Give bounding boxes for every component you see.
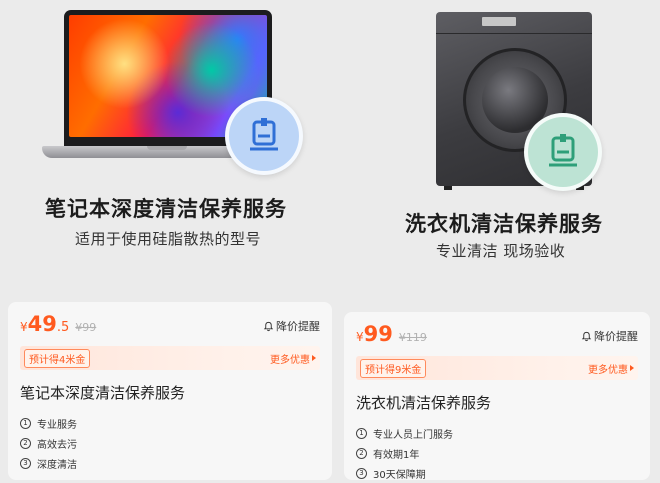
laptop-service-subtitle: 适用于使用硅脂散热的型号 (75, 230, 262, 248)
more-offers-link[interactable]: 更多优惠 (588, 361, 634, 376)
more-offers-link[interactable]: 更多优惠 (270, 351, 316, 366)
list-item: 1 专业服务 (20, 413, 320, 433)
price-alert-label: 降价提醒 (594, 330, 638, 343)
more-offers-label: 更多优惠 (270, 354, 310, 366)
feature-list: 1 专业人员上门服务 2 有效期1年 3 30天保障期 (356, 423, 638, 483)
number-badge: 1 (20, 417, 31, 429)
price-alert-label: 降价提醒 (276, 320, 320, 333)
promo-bar: 预计得4米金 更多优惠 (20, 346, 320, 370)
promo-tag: 预计得4米金 (24, 348, 91, 368)
price-integer: 49 (27, 312, 57, 336)
product-card-laptop[interactable]: ¥49.5 ¥99 降价提醒 预计得4米金 更多优惠 笔记本深度清洁保养服务 1 … (8, 302, 332, 480)
feature-text: 专业人员上门服务 (373, 429, 453, 441)
price-row: ¥49.5 ¥99 降价提醒 (20, 312, 320, 342)
chevron-right-icon (312, 355, 316, 361)
original-price: ¥119 (398, 331, 427, 344)
price-decimal: .5 (56, 320, 70, 335)
more-offers-label: 更多优惠 (588, 364, 628, 376)
list-item: 1 专业人员上门服务 (356, 423, 638, 443)
original-price: ¥99 (75, 321, 97, 334)
promo-bar: 预计得9米金 更多优惠 (356, 356, 638, 380)
feature-text: 高效去污 (37, 439, 77, 451)
number-badge: 3 (356, 467, 367, 479)
cleaning-service-icon (225, 97, 303, 175)
price-alert-button[interactable]: 降价提醒 (581, 328, 638, 344)
chevron-right-icon (630, 365, 634, 371)
washer-service-subtitle: 专业清洁 现场验收 (436, 242, 566, 260)
product-card-washer[interactable]: ¥99 ¥119 降价提醒 预计得9米金 更多优惠 洗衣机清洁保养服务 1 专业人… (344, 312, 650, 483)
bell-icon (263, 321, 274, 331)
list-item: 2 有效期1年 (356, 443, 638, 463)
price-alert-button[interactable]: 降价提醒 (263, 318, 320, 334)
feature-text: 有效期1年 (373, 449, 420, 461)
number-badge: 3 (20, 457, 31, 469)
promo-tag: 预计得9米金 (360, 358, 427, 378)
feature-text: 30天保障期 (373, 469, 426, 481)
currency-symbol: ¥ (20, 320, 28, 334)
number-badge: 2 (20, 437, 31, 449)
feature-text: 深度清洁 (37, 459, 77, 471)
list-item: 2 高效去污 (20, 433, 320, 453)
number-badge: 1 (356, 427, 367, 439)
feature-list: 1 专业服务 2 高效去污 3 深度清洁 (20, 413, 320, 473)
hero-section: 笔记本深度清洁保养服务 适用于使用硅脂散热的型号 洗衣机清洁保养服务 专业清洁 … (0, 0, 660, 290)
product-name: 笔记本深度清洁保养服务 (20, 384, 186, 402)
bell-icon (581, 331, 592, 341)
currency-symbol: ¥ (356, 330, 364, 344)
cleaning-service-icon (524, 113, 602, 191)
list-item: 3 深度清洁 (20, 453, 320, 473)
price-integer: 99 (363, 322, 393, 346)
laptop-service-title: 笔记本深度清洁保养服务 (45, 197, 287, 221)
price-row: ¥99 ¥119 降价提醒 (356, 322, 638, 352)
feature-text: 专业服务 (37, 419, 77, 431)
list-item: 3 30天保障期 (356, 463, 638, 483)
product-name: 洗衣机清洁保养服务 (356, 394, 492, 412)
washer-service-title: 洗衣机清洁保养服务 (405, 212, 603, 236)
number-badge: 2 (356, 447, 367, 459)
